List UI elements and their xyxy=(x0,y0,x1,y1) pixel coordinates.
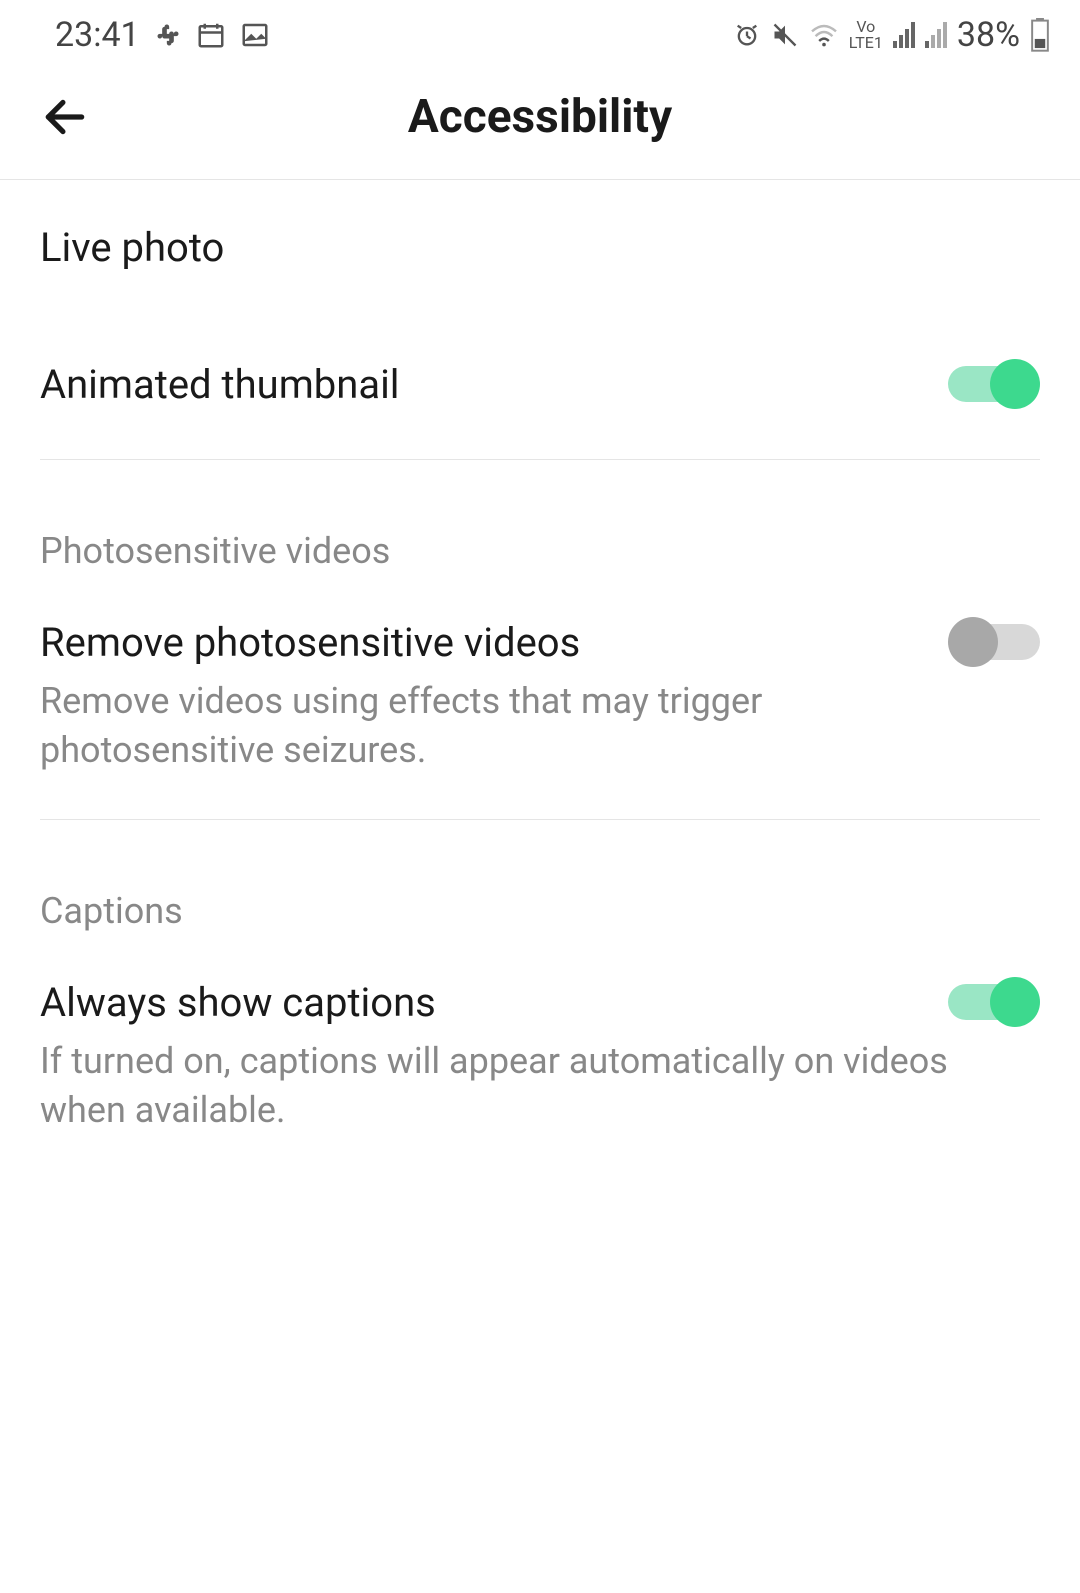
animated-thumbnail-toggle[interactable] xyxy=(948,359,1040,409)
captions-section-header: Captions xyxy=(40,820,1040,942)
back-button[interactable] xyxy=(40,92,90,142)
live-photo-row[interactable]: Live photo xyxy=(40,180,1040,315)
status-right: Vo LTE1 38% xyxy=(733,15,1050,55)
battery-icon xyxy=(1030,18,1050,52)
arrow-left-icon xyxy=(40,92,90,142)
image-icon xyxy=(240,20,270,50)
animated-thumbnail-label: Animated thumbnail xyxy=(40,361,400,408)
toggle-thumb xyxy=(990,359,1040,409)
page-title: Accessibility xyxy=(40,90,1040,144)
status-time: 23:41 xyxy=(55,15,140,55)
mute-icon xyxy=(771,21,799,49)
animated-thumbnail-row: Animated thumbnail xyxy=(40,315,1040,459)
wifi-icon xyxy=(809,23,839,47)
photosensitive-section-header: Photosensitive videos xyxy=(40,460,1040,582)
alarm-icon xyxy=(733,21,761,49)
always-show-captions-toggle[interactable] xyxy=(948,977,1040,1027)
remove-photosensitive-title: Remove photosensitive videos xyxy=(40,619,580,666)
always-show-captions-desc: If turned on, captions will appear autom… xyxy=(40,1037,1040,1134)
toggle-thumb xyxy=(948,617,998,667)
status-bar: 23:41 Vo LTE1 38% xyxy=(0,0,1080,70)
live-photo-label: Live photo xyxy=(40,224,224,271)
calendar-icon xyxy=(196,20,226,50)
remove-photosensitive-row: Remove photosensitive videos Remove vide… xyxy=(40,582,1040,819)
header: Accessibility xyxy=(0,70,1080,180)
toggle-thumb xyxy=(990,977,1040,1027)
signal-2-icon xyxy=(925,22,947,48)
signal-1-icon xyxy=(893,22,915,48)
status-left: 23:41 xyxy=(55,15,270,55)
volte-label: Vo LTE1 xyxy=(849,19,883,51)
slack-icon xyxy=(154,21,182,49)
remove-photosensitive-toggle[interactable] xyxy=(948,617,1040,667)
always-show-captions-title: Always show captions xyxy=(40,979,436,1026)
remove-photosensitive-desc: Remove videos using effects that may tri… xyxy=(40,677,1040,774)
content: Live photo Animated thumbnail Photosensi… xyxy=(0,180,1080,1179)
always-show-captions-row: Always show captions If turned on, capti… xyxy=(40,942,1040,1179)
battery-percent: 38% xyxy=(957,15,1020,55)
